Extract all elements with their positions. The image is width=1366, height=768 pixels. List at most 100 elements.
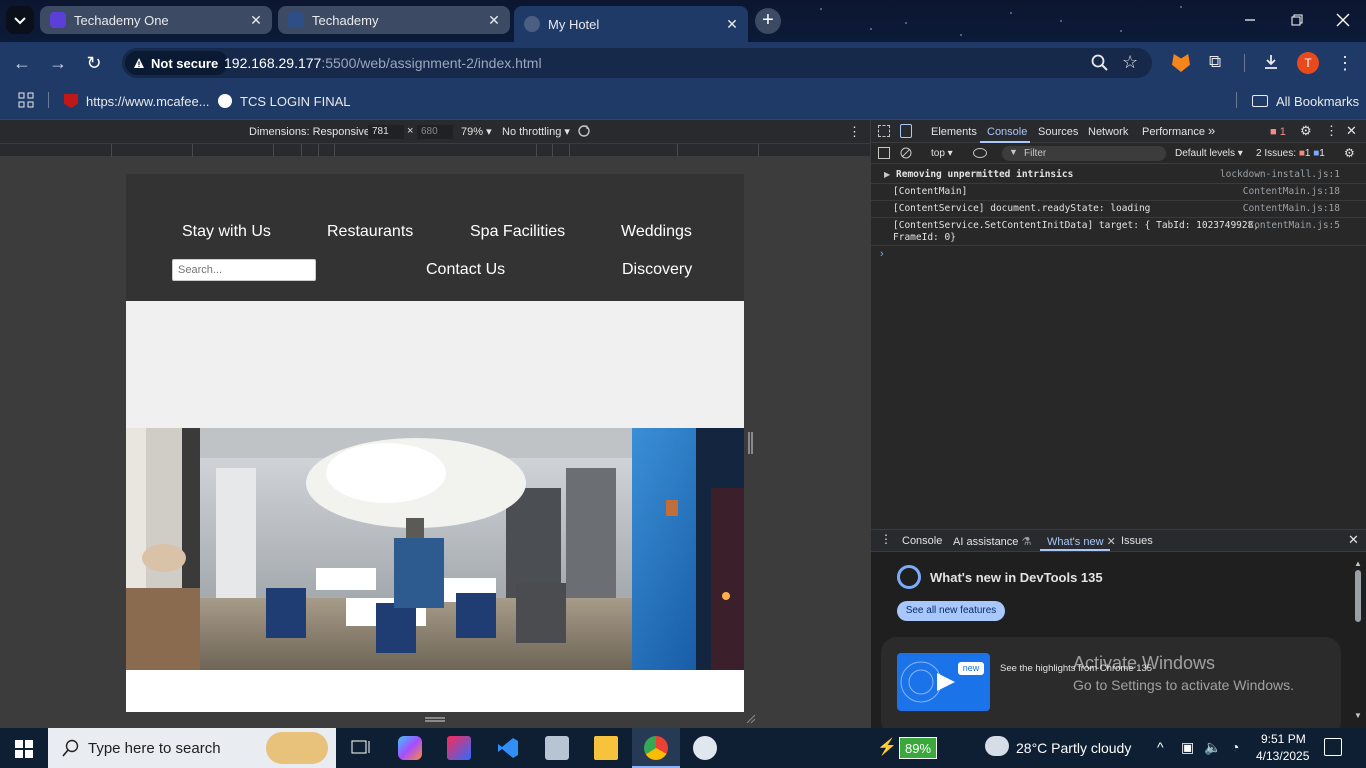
resize-handle-corner[interactable] [746,714,756,724]
drawer-tab-console[interactable]: Console [902,535,942,547]
restore-button[interactable] [1287,10,1307,30]
nav-weddings[interactable]: Weddings [621,223,692,241]
vscode-icon[interactable] [496,736,520,760]
profile-avatar[interactable]: T [1297,52,1319,74]
windows-start-icon[interactable] [15,740,33,758]
console-source-link[interactable]: ContentMain.js:5 [1248,220,1340,231]
device-more-icon[interactable]: ⋮ [848,124,861,140]
error-count-badge[interactable]: ■ 1 [1270,126,1286,138]
snipping-tool-icon[interactable] [693,736,717,760]
drawer-tab-ai-assistance[interactable]: AI assistance ⚗ [953,535,1031,548]
rotate-icon[interactable] [577,124,591,138]
notifications-icon[interactable] [1324,738,1342,756]
extensions-icon[interactable]: ⧉ [1209,52,1229,72]
wifi-icon[interactable]: ◔ [1231,739,1239,755]
close-window-button[interactable] [1333,10,1353,30]
image-carousel[interactable] [126,428,744,670]
drawer-tab-issues[interactable]: Issues [1121,535,1153,547]
file-explorer-icon[interactable] [594,736,618,760]
throttling-dropdown[interactable]: No throttling ▾ [502,125,570,138]
tab-performance[interactable]: Performance [1142,126,1205,138]
tab-my-hotel[interactable]: My Hotel ✕ [514,6,748,42]
download-icon[interactable] [1261,52,1281,72]
bookmark-star-icon[interactable]: ☆ [1122,52,1142,72]
eye-icon[interactable] [973,148,987,158]
tab-techademy-one[interactable]: Techademy One ✕ [40,6,272,34]
expand-arrow-icon[interactable]: ▶ [884,170,890,179]
zoom-icon[interactable] [1090,53,1110,73]
volume-icon[interactable]: 🔈 [1204,739,1221,756]
nav-contact-us[interactable]: Contact Us [426,261,505,279]
tab-techademy[interactable]: Techademy ✕ [278,6,510,34]
nav-stay-with-us[interactable]: Stay with Us [182,223,271,241]
close-drawer-icon[interactable]: ✕ [1348,532,1359,548]
menu-icon[interactable]: ⋮ [1336,52,1354,74]
nav-restaurants[interactable]: Restaurants [327,223,413,241]
log-levels-dropdown[interactable]: Default levels ▾ [1175,148,1243,159]
dimensions-dropdown[interactable]: Dimensions: Responsive ▾ [249,125,379,138]
resize-handle-right[interactable] [748,432,753,454]
clear-console-icon[interactable] [900,147,912,159]
network-device-icon[interactable]: ▣ [1181,739,1194,756]
devtools-more-icon[interactable]: ⋮ [1325,123,1338,139]
zoom-dropdown[interactable]: 79% ▾ [461,125,492,138]
forward-button[interactable]: → [46,51,70,75]
console-source-link[interactable]: ContentMain.js:18 [1243,203,1340,214]
all-bookmarks[interactable]: All Bookmarks [1252,92,1359,110]
tab-network[interactable]: Network [1088,126,1128,138]
tab-sources[interactable]: Sources [1038,126,1078,138]
tab-search-button[interactable] [6,6,34,34]
issues-counter[interactable]: 2 Issues: ■1 ■1 [1256,148,1325,159]
tab-elements[interactable]: Elements [931,126,977,138]
context-selector[interactable]: top ▾ [931,148,953,159]
width-input[interactable]: 781 [368,125,404,139]
drawer-menu-icon[interactable]: ⋮ [880,532,892,546]
drawer-tab-whats-new[interactable]: What's new ✕ [1047,535,1116,548]
device-toggle-icon[interactable] [900,124,912,138]
search-input[interactable] [172,259,316,281]
close-icon[interactable]: ✕ [1107,536,1116,548]
console-settings-icon[interactable]: ⚙ [1344,146,1355,160]
copilot-icon[interactable] [398,736,422,760]
console-source-link[interactable]: ContentMain.js:18 [1243,186,1340,197]
bookmark-mcafee[interactable]: https://www.mcafee... [64,92,210,110]
clock-date[interactable]: 4/13/2025 [1256,749,1309,763]
console-filter-input[interactable]: Filter [1002,146,1166,161]
plug-icon[interactable]: ⚡ [877,737,897,759]
new-tab-button[interactable]: + [755,8,781,34]
battery-indicator[interactable]: 89% [899,737,937,759]
minimize-button[interactable] [1240,10,1260,30]
close-devtools-icon[interactable]: ✕ [1346,123,1357,139]
nav-discovery[interactable]: Discovery [622,261,692,279]
reload-button[interactable]: ↻ [82,51,106,75]
weather-label[interactable]: 28°C Partly cloudy [1016,740,1131,756]
task-view-icon[interactable] [349,736,373,760]
weather-icon[interactable] [985,736,1009,756]
close-icon[interactable]: ✕ [724,16,740,32]
drawer-scrollbar[interactable]: ▲ ▼ [1353,560,1363,728]
new-badge: new [958,662,984,675]
console-source-link[interactable]: lockdown-install.js:1 [1220,169,1340,180]
height-input[interactable]: 680 [417,125,453,139]
chevron-up-icon[interactable]: ^ [1157,739,1164,755]
bookmark-tcs[interactable]: TCS LOGIN FINAL [218,92,351,110]
remote-desktop-icon[interactable] [545,736,569,760]
nav-spa-facilities[interactable]: Spa Facilities [470,223,565,241]
intellij-icon[interactable] [447,736,471,760]
see-all-features-button[interactable]: See all new features [897,601,1005,621]
apps-grid-icon[interactable] [18,92,34,108]
url-text[interactable]: 192.168.29.177:5500/web/assignment-2/ind… [224,55,542,71]
tab-console[interactable]: Console [987,126,1027,138]
resize-handle-bottom[interactable] [425,717,445,722]
settings-gear-icon[interactable]: ⚙ [1300,123,1312,139]
close-icon[interactable]: ✕ [248,12,264,28]
back-button[interactable]: ← [10,51,34,75]
close-icon[interactable]: ✕ [486,12,502,28]
console-prompt-icon[interactable]: › [880,248,884,260]
security-chip[interactable]: Not secure [125,51,229,75]
clock-time[interactable]: 9:51 PM [1261,732,1306,746]
sidebar-toggle-icon[interactable] [878,147,890,159]
scrollbar-thumb[interactable] [1355,570,1361,622]
more-tabs-icon[interactable]: » [1208,123,1215,138]
inspect-element-icon[interactable] [878,125,890,137]
